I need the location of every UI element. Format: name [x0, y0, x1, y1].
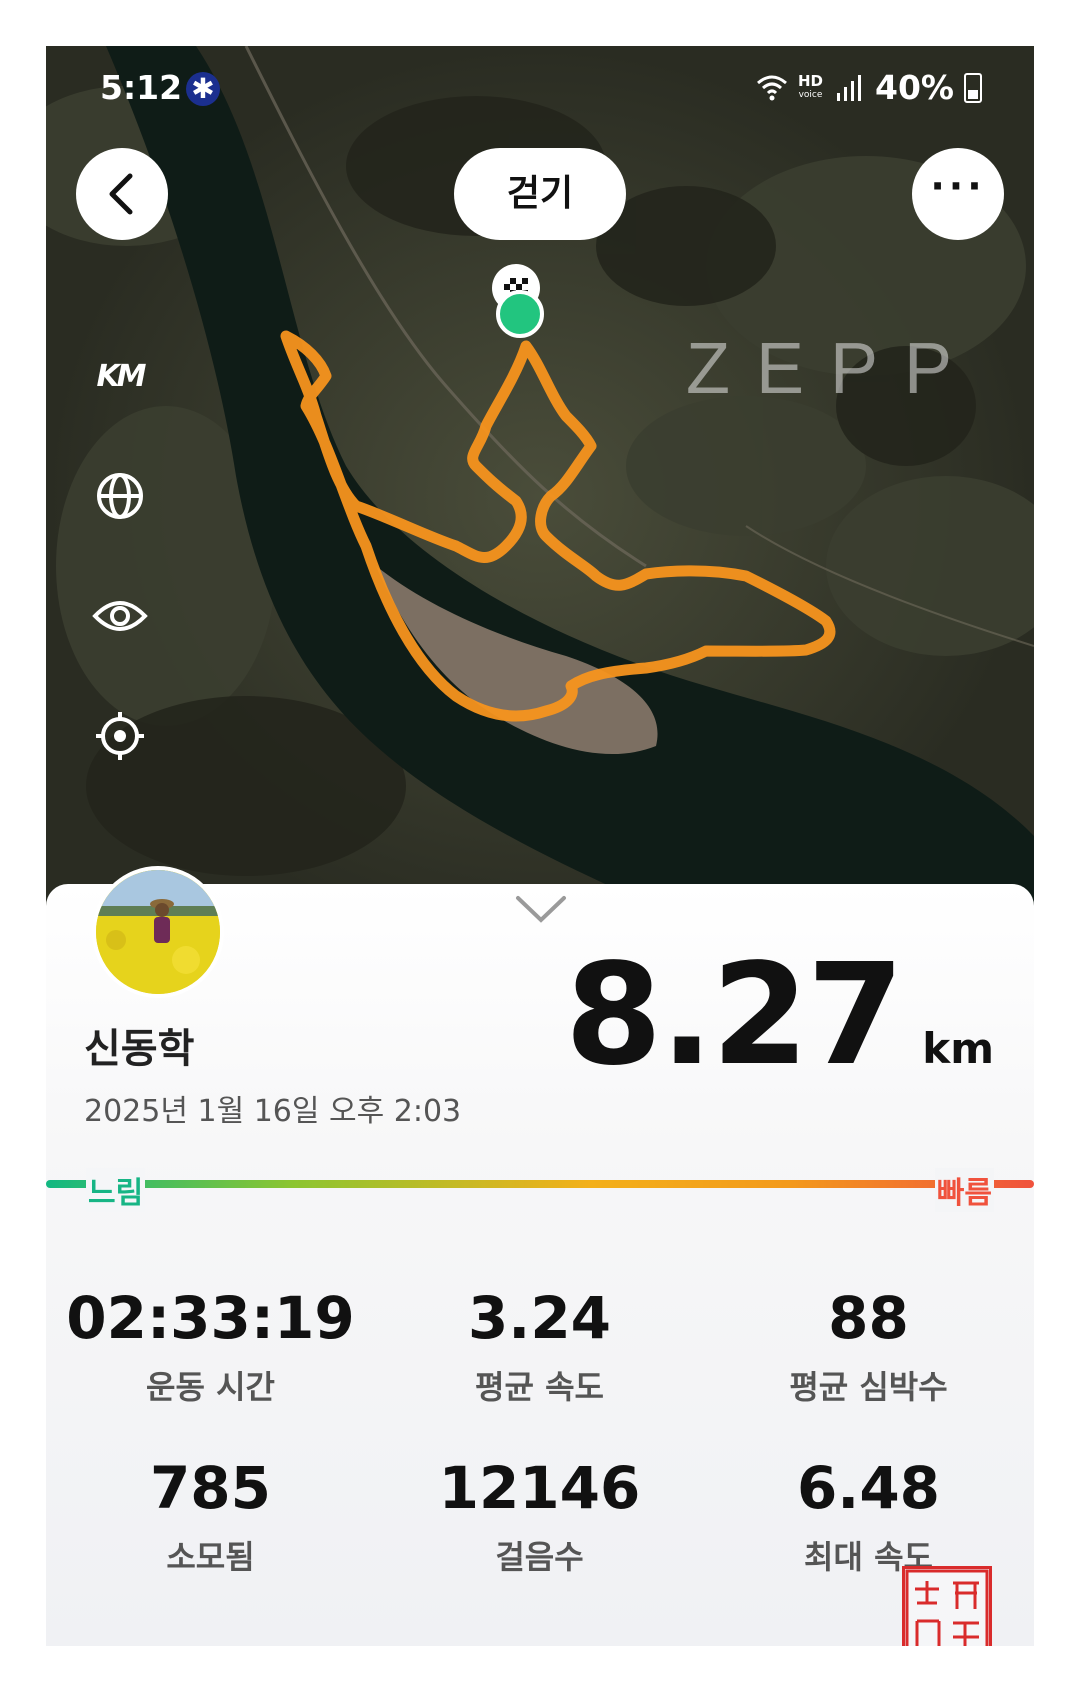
locate-icon — [96, 712, 144, 760]
back-arrow-icon — [109, 173, 133, 215]
hd-label: HD — [797, 71, 823, 90]
stat-label: 운동 시간 — [146, 1368, 275, 1406]
battery-icon — [964, 72, 982, 103]
stat-steps: 12146 걸음수 — [375, 1454, 704, 1578]
stat-value: 12146 — [438, 1454, 641, 1522]
app-screen: 5:12 ✱ HD voice 40% 걷기 ··· ZEPP KM 신동학 2… — [46, 46, 1034, 1646]
stat-label: 소모됨 — [166, 1538, 255, 1576]
stat-value: 785 — [149, 1454, 272, 1522]
stat-max-speed: 6.48 최대 속도 — [704, 1454, 1033, 1578]
user-name: 신동학 — [84, 1026, 195, 1072]
pace-fast-label: 빠름 — [934, 1168, 994, 1212]
signal-icon — [837, 74, 861, 101]
stat-label: 평균 심박수 — [789, 1368, 948, 1406]
route-map[interactable]: 5:12 ✱ HD voice 40% 걷기 ··· ZEPP KM — [46, 46, 1034, 946]
globe-icon — [97, 473, 143, 519]
start-marker — [496, 290, 544, 338]
distance-display: 8.27 km — [565, 934, 994, 1097]
stat-value: 02:33:19 — [66, 1284, 355, 1352]
distance-unit: km — [922, 1024, 994, 1073]
stat-duration: 02:33:19 운동 시간 — [46, 1284, 375, 1408]
stat-label: 평균 속도 — [475, 1368, 604, 1406]
profile-photo — [96, 870, 220, 994]
back-button[interactable] — [76, 148, 168, 240]
wifi-icon — [757, 75, 787, 100]
km-marker-toggle[interactable]: KM — [90, 346, 150, 406]
battery-percent: 40% — [875, 68, 954, 107]
chevron-down-icon[interactable] — [514, 894, 568, 924]
km-icon: KM — [96, 358, 146, 394]
distance-value: 8.27 — [564, 934, 904, 1097]
stat-label: 걸음수 — [495, 1538, 584, 1576]
more-options-button[interactable]: ··· — [912, 148, 1004, 240]
stat-value: 3.24 — [467, 1284, 612, 1352]
avatar[interactable] — [92, 866, 224, 998]
red-seal-stamp — [902, 1566, 992, 1646]
eye-icon — [92, 601, 148, 631]
assistant-icon: ✱ — [186, 72, 220, 106]
stat-calories: 785 소모됨 — [46, 1454, 375, 1578]
visibility-button[interactable] — [90, 586, 150, 646]
workout-summary-panel: 신동학 2025년 1월 16일 오후 2:03 8.27 km 느림 빠름 0… — [46, 866, 1034, 1646]
zepp-watermark: ZEPP — [686, 329, 979, 409]
map-layer-button[interactable] — [90, 466, 150, 526]
status-bar: 5:12 ✱ HD voice 40% — [46, 68, 1034, 118]
stat-value: 88 — [828, 1284, 909, 1352]
pace-gradient-bar — [46, 1180, 1034, 1188]
hd-voice-icon: HD voice — [797, 71, 823, 102]
workout-datetime: 2025년 1월 16일 오후 2:03 — [84, 1094, 462, 1129]
stat-value: 6.48 — [796, 1454, 941, 1522]
activity-type-pill[interactable]: 걷기 — [454, 148, 626, 240]
recenter-button[interactable] — [90, 706, 150, 766]
status-icons: HD voice 40% — [756, 68, 982, 107]
voice-label: voice — [798, 89, 823, 100]
stat-avg-heart-rate: 88 평균 심박수 — [704, 1284, 1033, 1408]
clock: 5:12 — [100, 68, 183, 107]
stat-avg-speed: 3.24 평균 속도 — [375, 1284, 704, 1408]
pace-slow-label: 느림 — [86, 1168, 146, 1212]
more-icon: ··· — [930, 164, 986, 208]
